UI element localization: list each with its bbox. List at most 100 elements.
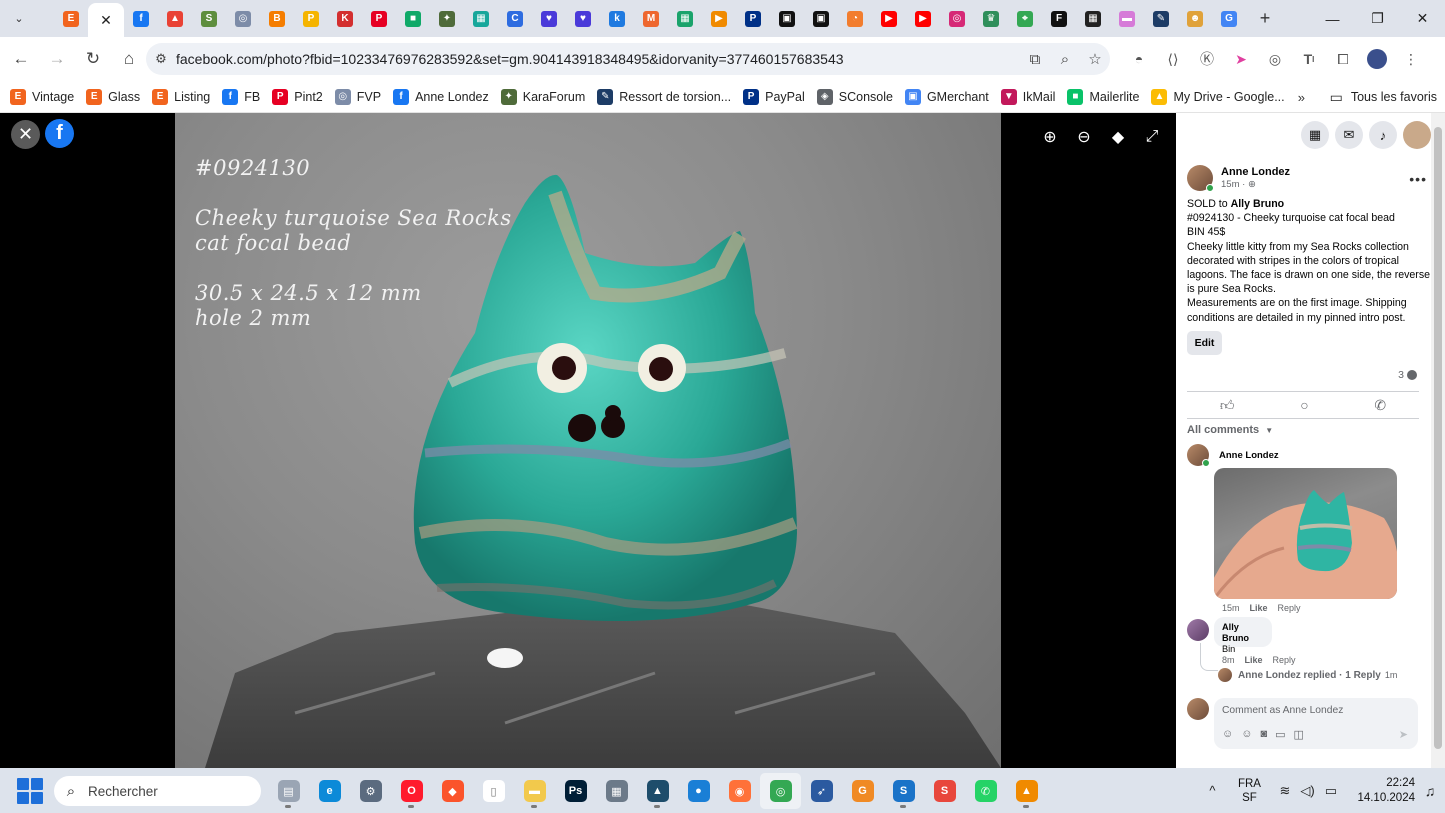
tab[interactable]: C [498,4,532,34]
bookmark-item[interactable]: ■ Mailerlite [1061,84,1145,110]
bookmark-item[interactable]: ▣ GMerchant [899,84,995,110]
tab[interactable]: F [1042,4,1076,34]
language-indicator[interactable]: FRA SF [1227,777,1271,805]
window-close-icon[interactable]: ✕ [1400,0,1445,37]
profile-avatar-icon[interactable] [1360,43,1394,75]
comment-photo[interactable] [1214,468,1397,599]
extension-arrow-icon[interactable]: ➤ [1224,43,1258,75]
tab[interactable]: ▣ [804,4,838,34]
emoji-icon[interactable]: ☺ [1241,728,1252,741]
camera-icon[interactable]: ◙ [1260,728,1267,741]
tab[interactable]: ◎ [226,4,260,34]
taskbar-app[interactable]: e [309,773,350,809]
clock[interactable]: 22:24 14.10.2024 [1345,776,1415,806]
reply-reply-link[interactable]: Reply [1273,655,1296,665]
site-info-icon[interactable]: ⚙ [146,51,176,67]
tab[interactable]: ✦ [430,4,464,34]
tab[interactable]: E [54,4,88,34]
zoom-icon[interactable]: ⌕ [1050,51,1080,68]
close-viewer-icon[interactable]: ✕ [11,120,40,149]
send-icon[interactable]: ➤ [1399,728,1408,741]
bookmark-item[interactable]: ✦ KaraForum [495,84,592,110]
taskbar-app[interactable]: ◎ [760,773,801,809]
tab[interactable]: P [736,4,770,34]
taskbar-app[interactable]: ▯ [473,773,514,809]
tab[interactable]: B [260,4,294,34]
whatsapp-share-icon[interactable]: ✆ [1374,397,1386,414]
tab[interactable]: ▣ [770,4,804,34]
reply-link[interactable]: Reply [1278,603,1301,613]
more-options-icon[interactable]: ••• [1409,171,1427,187]
taskbar-app[interactable]: ⚙ [350,773,391,809]
author-avatar[interactable] [1187,165,1214,192]
tab[interactable]: ▶ [906,4,940,34]
tab[interactable]: ▶ [872,4,906,34]
taskbar-app[interactable]: ▤ [268,773,309,809]
taskbar-app[interactable]: ◉ [719,773,760,809]
forward-arrow-icon[interactable]: → [40,42,74,76]
tab[interactable]: ▦ [668,4,702,34]
avatar-sticker-icon[interactable]: ☺ [1222,728,1233,741]
bookmark-item[interactable]: P PayPal [737,84,811,110]
tab[interactable]: f [124,4,158,34]
bookmark-item[interactable]: ✎ Ressort de torsion... [591,84,737,110]
back-arrow-icon[interactable]: ← [4,42,38,76]
taskbar-app[interactable]: S [883,773,924,809]
tab[interactable]: K [328,4,362,34]
sold-to-link[interactable]: Ally Bruno [1231,198,1285,210]
taskbar-app[interactable]: G [842,773,883,809]
taskbar-app[interactable]: ▲ [637,773,678,809]
tab[interactable]: ■ [396,4,430,34]
windows-start-icon[interactable] [17,777,43,804]
tray-chevron-icon[interactable]: ^ [1197,783,1227,798]
tab[interactable]: ▦ [464,4,498,34]
like-link[interactable]: Like [1250,603,1268,613]
bookmark-item[interactable]: ▲ My Drive - Google... [1145,84,1290,110]
taskbar-app[interactable]: ▬ [514,773,555,809]
taskbar-app[interactable]: ✆ [965,773,1006,809]
zoom-in-icon[interactable]: ⊕ [1040,127,1060,147]
tab[interactable]: ⌖ [1008,4,1042,34]
browser-menu-icon[interactable]: ⋮ [1394,43,1428,75]
bookmark-item[interactable]: E Vintage [4,84,80,110]
bruno-avatar[interactable] [1187,619,1209,641]
tab[interactable]: ▶ [702,4,736,34]
extension-text-icon[interactable]: TI [1292,43,1326,75]
taskbar-search[interactable]: ⌕ Rechercher [54,776,261,806]
tab[interactable]: k [600,4,634,34]
account-avatar[interactable] [1403,121,1431,149]
comments-filter[interactable]: All comments ▼ [1187,424,1273,436]
tab[interactable]: ♛ [974,4,1008,34]
bookmark-item[interactable]: f FB [216,84,266,110]
bookmark-item[interactable]: f Anne Londez [387,84,495,110]
tab[interactable]: ▲ [158,4,192,34]
taskbar-app[interactable]: S [924,773,965,809]
minimize-icon[interactable]: — [1310,0,1355,37]
install-app-icon[interactable]: ⧉ [1020,51,1050,68]
tab[interactable]: ▦ [1076,4,1110,34]
extension-mask-icon[interactable]: ◓ [1122,43,1156,75]
tab[interactable]: M [634,4,668,34]
extension-code-icon[interactable]: ⟨⟩ [1156,43,1190,75]
fullscreen-icon[interactable]: ⤢ [1142,127,1162,147]
post-time[interactable]: 15m · ⊕ [1221,179,1290,190]
bookmark-star-icon[interactable]: ☆ [1080,50,1110,68]
bookmark-item[interactable]: ◈ SConsole [811,84,899,110]
comment-time[interactable]: 15m [1222,603,1240,613]
extension-k-icon[interactable]: Ⓚ [1190,43,1224,75]
tab[interactable]: G [1212,4,1246,34]
tab[interactable]: ☻ [1178,4,1212,34]
like-thumb-icon[interactable]: 👍︎ [1220,397,1235,414]
reload-icon[interactable]: ↻ [76,42,110,76]
replies-link[interactable]: Anne Londez replied · 1 Reply 1m [1218,668,1397,682]
url-text[interactable]: facebook.com/photo?fbid=1023347697628359… [176,51,1020,67]
tag-icon[interactable]: ◆ [1108,127,1128,147]
tab[interactable]: ♥ [566,4,600,34]
extensions-puzzle-icon[interactable]: ⧠ [1326,43,1360,75]
notifications-bell-icon[interactable]: ♪ [1369,121,1397,149]
post-author[interactable]: Anne Londez [1221,165,1290,179]
menu-grid-icon[interactable]: ▦ [1301,121,1329,149]
taskbar-app[interactable]: ▲ [1006,773,1047,809]
gif-icon[interactable]: ▭ [1275,728,1285,741]
tab[interactable]: P [294,4,328,34]
